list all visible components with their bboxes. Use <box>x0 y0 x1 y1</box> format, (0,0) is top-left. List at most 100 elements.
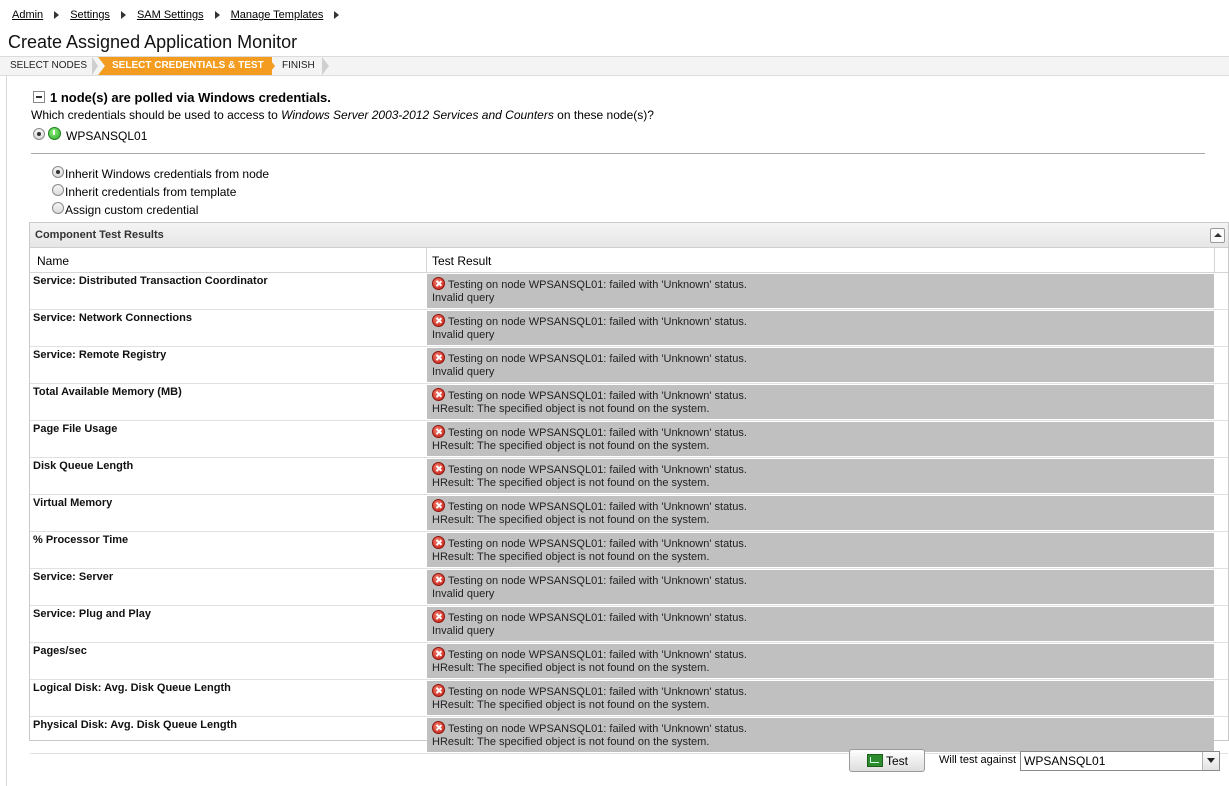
radio-inherit-template-credentials[interactable] <box>52 184 64 196</box>
will-test-label: Will test against <box>939 754 1017 766</box>
label-assign-custom-credential: Assign custom credential <box>65 203 199 217</box>
error-x-icon <box>432 277 445 290</box>
test-result-cell: Testing on node WPSANSQL01: failed with … <box>427 311 1214 345</box>
test-node-selected-value: WPSANSQL01 <box>1024 754 1106 768</box>
component-name: % Processor Time <box>33 534 129 546</box>
collapse-section-button[interactable] <box>33 91 45 103</box>
wizard-steps: SELECT NODES SELECT CREDENTIALS & TEST F… <box>0 56 1229 76</box>
error-x-icon <box>432 462 445 475</box>
page: Admin Settings SAM Settings Manage Templ… <box>0 0 1229 786</box>
error-x-icon <box>432 314 445 327</box>
test-result-status: Testing on node WPSANSQL01: failed with … <box>448 612 747 624</box>
test-result-cell: Testing on node WPSANSQL01: failed with … <box>427 607 1214 641</box>
component-name: Service: Distributed Transaction Coordin… <box>33 275 268 287</box>
test-result-detail: HResult: The specified object is not fou… <box>432 699 710 711</box>
results-table-body: Service: Distributed Transaction Coordin… <box>30 273 1228 754</box>
component-name: Disk Queue Length <box>33 460 134 472</box>
test-result-detail: Invalid query <box>432 366 495 378</box>
breadcrumb-admin[interactable]: Admin <box>12 9 43 21</box>
breadcrumb-manage-templates[interactable]: Manage Templates <box>231 9 324 21</box>
test-result-cell: Testing on node WPSANSQL01: failed with … <box>427 718 1214 752</box>
test-result-status: Testing on node WPSANSQL01: failed with … <box>448 575 747 587</box>
test-result-cell: Testing on node WPSANSQL01: failed with … <box>427 533 1214 567</box>
error-x-icon <box>432 647 445 660</box>
component-name: Virtual Memory <box>33 497 113 509</box>
table-row: Disk Queue Length Testing on node WPSANS… <box>30 458 1228 495</box>
table-row: Service: Plug and Play Testing on node W… <box>30 606 1228 643</box>
table-row: Physical Disk: Avg. Disk Queue Length Te… <box>30 717 1228 754</box>
divider <box>31 153 1205 154</box>
test-node-select[interactable]: WPSANSQL01 <box>1020 751 1220 771</box>
test-result-cell: Testing on node WPSANSQL01: failed with … <box>427 681 1214 715</box>
component-name: Service: Plug and Play <box>33 608 151 620</box>
test-result-cell: Testing on node WPSANSQL01: failed with … <box>427 496 1214 530</box>
node-select-radio[interactable] <box>33 128 45 140</box>
results-table-header: Name Test Result <box>30 248 1228 273</box>
test-result-status: Testing on node WPSANSQL01: failed with … <box>448 686 747 698</box>
wizard-step-divider <box>322 57 329 75</box>
test-result-detail: HResult: The specified object is not fou… <box>432 551 710 563</box>
table-row: Service: Network Connections Testing on … <box>30 310 1228 347</box>
component-name: Service: Network Connections <box>33 312 192 324</box>
component-name: Service: Server <box>33 571 114 583</box>
breadcrumb-sam-settings[interactable]: SAM Settings <box>137 9 204 21</box>
test-result-detail: HResult: The specified object is not fou… <box>432 662 710 674</box>
chevron-down-icon[interactable] <box>1202 752 1219 770</box>
table-row: Service: Distributed Transaction Coordin… <box>30 273 1228 310</box>
component-name: Pages/sec <box>33 645 87 657</box>
credentials-question: Which credentials should be used to acce… <box>31 108 654 122</box>
breadcrumb-separator-icon <box>334 11 340 19</box>
breadcrumb-separator-icon <box>120 11 126 19</box>
wizard-step-select-credentials: SELECT CREDENTIALS & TEST <box>98 57 272 75</box>
test-result-detail: HResult: The specified object is not fou… <box>432 403 710 415</box>
error-x-icon <box>432 351 445 364</box>
breadcrumb-settings[interactable]: Settings <box>70 9 110 21</box>
component-name: Logical Disk: Avg. Disk Queue Length <box>33 682 231 694</box>
collapse-panel-icon[interactable] <box>1210 228 1225 243</box>
table-row: Total Available Memory (MB) Testing on n… <box>30 384 1228 421</box>
wizard-step-notch <box>98 57 105 75</box>
wizard-step-select-nodes: SELECT NODES <box>10 60 88 71</box>
error-x-icon <box>432 721 445 734</box>
error-x-icon <box>432 425 445 438</box>
table-row: Service: Remote Registry Testing on node… <box>30 347 1228 384</box>
table-row: Logical Disk: Avg. Disk Queue Length Tes… <box>30 680 1228 717</box>
test-button[interactable]: Test <box>849 749 925 772</box>
test-result-detail: Invalid query <box>432 588 495 600</box>
test-result-detail: HResult: The specified object is not fou… <box>432 736 710 748</box>
breadcrumb-separator-icon <box>54 11 60 19</box>
radio-assign-custom-credential[interactable] <box>52 202 64 214</box>
test-result-status: Testing on node WPSANSQL01: failed with … <box>448 501 747 513</box>
test-result-cell: Testing on node WPSANSQL01: failed with … <box>427 422 1214 456</box>
error-x-icon <box>432 684 445 697</box>
radio-inherit-windows-credentials[interactable] <box>52 166 64 178</box>
test-result-cell: Testing on node WPSANSQL01: failed with … <box>427 570 1214 604</box>
column-header-test-result[interactable]: Test Result <box>432 254 491 268</box>
table-row: Service: Server Testing on node WPSANSQL… <box>30 569 1228 606</box>
table-row: % Processor Time Testing on node WPSANSQ… <box>30 532 1228 569</box>
error-x-icon <box>432 388 445 401</box>
page-title: Create Assigned Application Monitor <box>8 32 298 52</box>
test-result-cell: Testing on node WPSANSQL01: failed with … <box>427 459 1214 493</box>
test-result-status: Testing on node WPSANSQL01: failed with … <box>448 649 747 661</box>
test-result-status: Testing on node WPSANSQL01: failed with … <box>448 723 747 735</box>
panel-title: Component Test Results <box>35 229 164 241</box>
label-inherit-windows-credentials: Inherit Windows credentials from node <box>65 167 270 181</box>
error-x-icon <box>432 610 445 623</box>
test-result-detail: HResult: The specified object is not fou… <box>432 514 710 526</box>
test-result-detail: HResult: The specified object is not fou… <box>432 477 710 489</box>
polled-heading: 1 node(s) are polled via Windows credent… <box>50 90 331 105</box>
test-result-status: Testing on node WPSANSQL01: failed with … <box>448 353 747 365</box>
component-name: Page File Usage <box>33 423 118 435</box>
error-x-icon <box>432 499 445 512</box>
panel-header: Component Test Results <box>30 223 1228 248</box>
test-result-status: Testing on node WPSANSQL01: failed with … <box>448 538 747 550</box>
question-suffix: on these node(s)? <box>553 108 654 122</box>
column-divider <box>1214 248 1215 272</box>
test-monitor-icon <box>867 754 883 767</box>
node-up-icon <box>48 127 61 140</box>
column-header-name[interactable]: Name <box>37 254 69 268</box>
error-x-icon <box>432 536 445 549</box>
test-result-status: Testing on node WPSANSQL01: failed with … <box>448 427 747 439</box>
component-test-results-panel: Component Test Results Name Test Result … <box>29 222 1229 754</box>
